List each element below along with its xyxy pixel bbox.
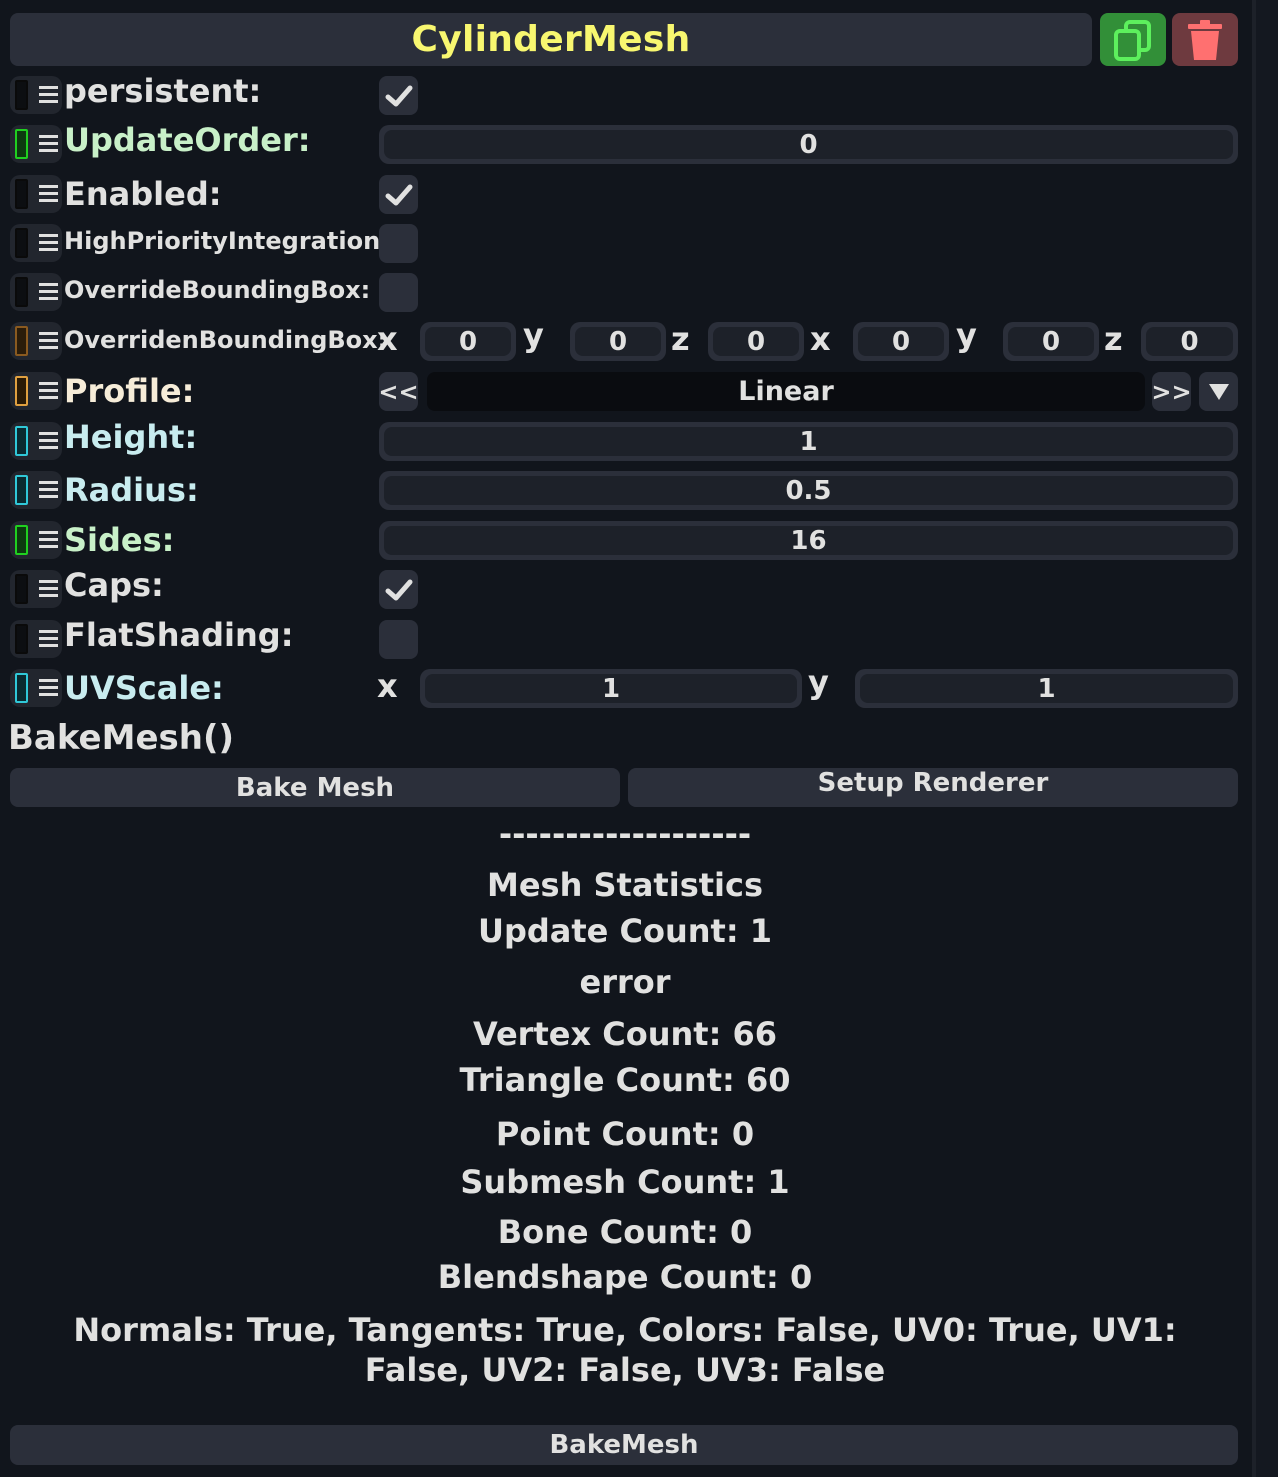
stats-update-count: Update Count: 1 (477, 912, 773, 950)
stats-title: Mesh Statistics (486, 866, 764, 904)
footer-bake-mesh-button[interactable]: BakeMesh (10, 1425, 1238, 1465)
stats-triangle-count: Triangle Count: 60 (459, 1061, 791, 1099)
stats-submesh-count: Submesh Count: 1 (460, 1163, 790, 1201)
stats-error: error (579, 963, 671, 1001)
stats-bone-count: Bone Count: 0 (497, 1213, 753, 1251)
mesh-statistics: ------------------- Mesh Statistics Upda… (20, 0, 1230, 1477)
stats-blendshape-count: Blendshape Count: 0 (437, 1258, 813, 1296)
stats-point-count: Point Count: 0 (495, 1115, 755, 1153)
stats-separator: ------------------- (498, 815, 752, 853)
scrollbar[interactable] (1256, 0, 1278, 1477)
stats-attributes: Normals: True, Tangents: True, Colors: F… (73, 1311, 1177, 1389)
stats-vertex-count: Vertex Count: 66 (472, 1015, 778, 1053)
